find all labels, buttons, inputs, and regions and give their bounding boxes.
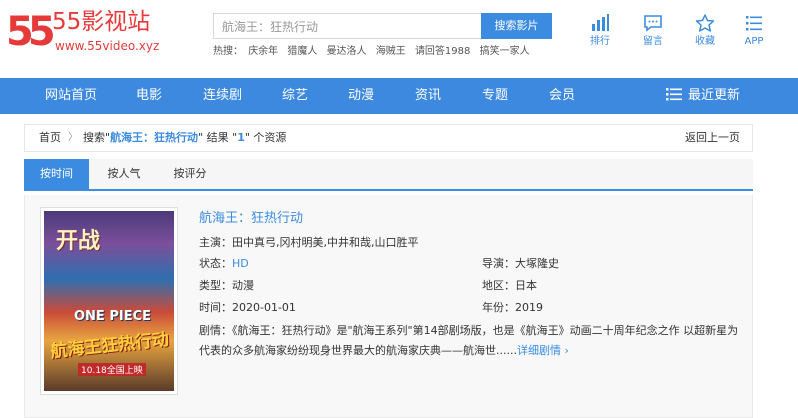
plot-text: 《航海王：狂热行动》是"航海王系列"第14部剧场版，也是《航海王》动画二十周年纪…	[199, 324, 739, 357]
favorite-label: 收藏	[695, 36, 715, 47]
cast-value: 田中真弓,冈村明美,中井和哉,山口胜平	[232, 236, 419, 249]
year-value: 2019	[515, 301, 543, 314]
hot-search-list: 热搜： 庆余年 猎魔人 曼达洛人 海贼王 请回答1988 搞笑一家人	[213, 46, 536, 58]
poster-release-date: 10.18全国上映	[78, 363, 146, 376]
site-logo[interactable]: 55	[6, 8, 56, 56]
breadcrumb-separator: 〉	[68, 132, 78, 143]
hot-search-label: 热搜：	[213, 46, 243, 57]
nav-item-series[interactable]: 连续剧	[203, 78, 242, 114]
cast-row: 主演：田中真弓,冈村明美,中井和哉,山口胜平	[199, 236, 419, 250]
result-item: 开战 ONE PIECE 航海王狂热行动 10.18全国上映 航海王：狂热行动 …	[24, 195, 753, 418]
region-row: 地区：日本	[482, 279, 537, 293]
site-header: 55 55影视站 www.55video.xyz 搜索影片 热搜： 庆余年 猎魔…	[0, 0, 798, 78]
tab-by-rating[interactable]: 按评分	[160, 159, 220, 189]
message-link[interactable]: 留言	[633, 14, 673, 48]
nav-item-home[interactable]: 网站首页	[45, 78, 97, 114]
logo-number: 55	[6, 9, 56, 55]
nav-item-movie[interactable]: 电影	[136, 78, 162, 114]
tab-by-time[interactable]: 按时间	[24, 159, 89, 189]
type-row: 类型：动漫	[199, 279, 254, 293]
tab-by-popularity[interactable]: 按人气	[94, 159, 154, 189]
nav-item-news[interactable]: 资讯	[415, 78, 441, 114]
search-button[interactable]: 搜索影片	[481, 13, 552, 39]
plot-label: 剧情：	[199, 324, 232, 337]
message-icon	[644, 15, 662, 32]
hot-search-item[interactable]: 请回答1988	[415, 46, 470, 57]
list-icon	[666, 88, 682, 101]
back-link[interactable]: 返回上一页	[685, 125, 740, 151]
search-result-summary: 搜索"航海王：狂热行动" 结果 "1" 个资源	[83, 125, 286, 151]
hot-search-item[interactable]: 曼达洛人	[327, 46, 367, 57]
search-input[interactable]	[213, 13, 481, 39]
search-keyword: 航海王：狂热行动	[110, 131, 199, 144]
hot-search-item[interactable]: 猎魔人	[287, 46, 317, 57]
app-link[interactable]: APP	[734, 14, 774, 48]
nav-item-anime[interactable]: 动漫	[348, 78, 374, 114]
type-label: 类型：	[199, 279, 232, 292]
summary-middle: " 结果 "	[198, 131, 238, 144]
nav-item-member[interactable]: 会员	[549, 78, 575, 114]
nav-item-variety[interactable]: 综艺	[282, 78, 308, 114]
breadcrumb: 首页 〉 搜索"航海王：狂热行动" 结果 "1" 个资源 返回上一页	[24, 124, 753, 152]
status-row: 状态：HD	[199, 257, 249, 271]
type-value: 动漫	[232, 279, 254, 292]
summary-prefix: 搜索"	[83, 131, 111, 144]
main-nav: 网站首页 电影 连续剧 综艺 动漫 资讯 专题 会员 最近更新	[0, 78, 798, 114]
summary-suffix: " 个资源	[244, 131, 287, 144]
breadcrumb-home[interactable]: 首页	[39, 125, 61, 151]
cast-label: 主演：	[199, 236, 232, 249]
nav-item-topic[interactable]: 专题	[482, 78, 508, 114]
status-label: 状态：	[199, 257, 232, 270]
ranking-label: 排行	[590, 36, 610, 47]
hot-search-item[interactable]: 庆余年	[248, 46, 278, 57]
result-count: 1	[237, 131, 245, 144]
poster-logo: ONE PIECE	[74, 309, 152, 324]
plot-more-link[interactable]: 详细剧情 ›	[517, 344, 569, 357]
nav-latest-label: 最近更新	[688, 88, 741, 103]
region-label: 地区：	[482, 279, 515, 292]
top-icon-bar: 排行 留言 收藏 APP	[580, 14, 790, 54]
ranking-link[interactable]: 排行	[580, 14, 620, 48]
movie-title-link[interactable]: 航海王：狂热行动	[199, 211, 303, 227]
status-badge: HD	[232, 257, 249, 270]
plot-description: 剧情：《航海王：狂热行动》是"航海王系列"第14部剧场版，也是《航海王》动画二十…	[199, 321, 739, 361]
year-label: 年份：	[482, 301, 515, 314]
star-icon	[695, 14, 715, 32]
site-name[interactable]: 55影视站	[52, 9, 150, 35]
nav-latest-updates[interactable]: 最近更新	[666, 78, 740, 114]
site-url: www.55video.xyz	[55, 39, 160, 53]
year-row: 年份：2019	[482, 301, 543, 315]
time-row: 时间：2020-01-01	[199, 301, 296, 315]
favorite-link[interactable]: 收藏	[685, 14, 725, 48]
message-label: 留言	[643, 36, 663, 47]
movie-poster[interactable]: 开战 ONE PIECE 航海王狂热行动 10.18全国上映	[40, 207, 178, 395]
time-label: 时间：	[199, 301, 232, 314]
poster-artwork: 开战 ONE PIECE 航海王狂热行动 10.18全国上映	[44, 211, 174, 391]
hot-search-item[interactable]: 搞笑一家人	[480, 46, 530, 57]
time-value: 2020-01-01	[232, 301, 296, 314]
director-value: 大塚隆史	[515, 257, 559, 270]
bar-chart-icon	[592, 14, 609, 31]
poster-headline: 开战	[56, 229, 101, 254]
sort-tabs: 按时间 按人气 按评分	[24, 159, 753, 191]
region-value: 日本	[515, 279, 537, 292]
poster-title: 航海王狂热行动	[49, 329, 170, 363]
hot-search-item[interactable]: 海贼王	[376, 46, 406, 57]
director-label: 导演：	[482, 257, 515, 270]
app-label: APP	[744, 36, 764, 47]
director-row: 导演：大塚隆史	[482, 257, 559, 271]
menu-list-icon	[746, 16, 762, 31]
